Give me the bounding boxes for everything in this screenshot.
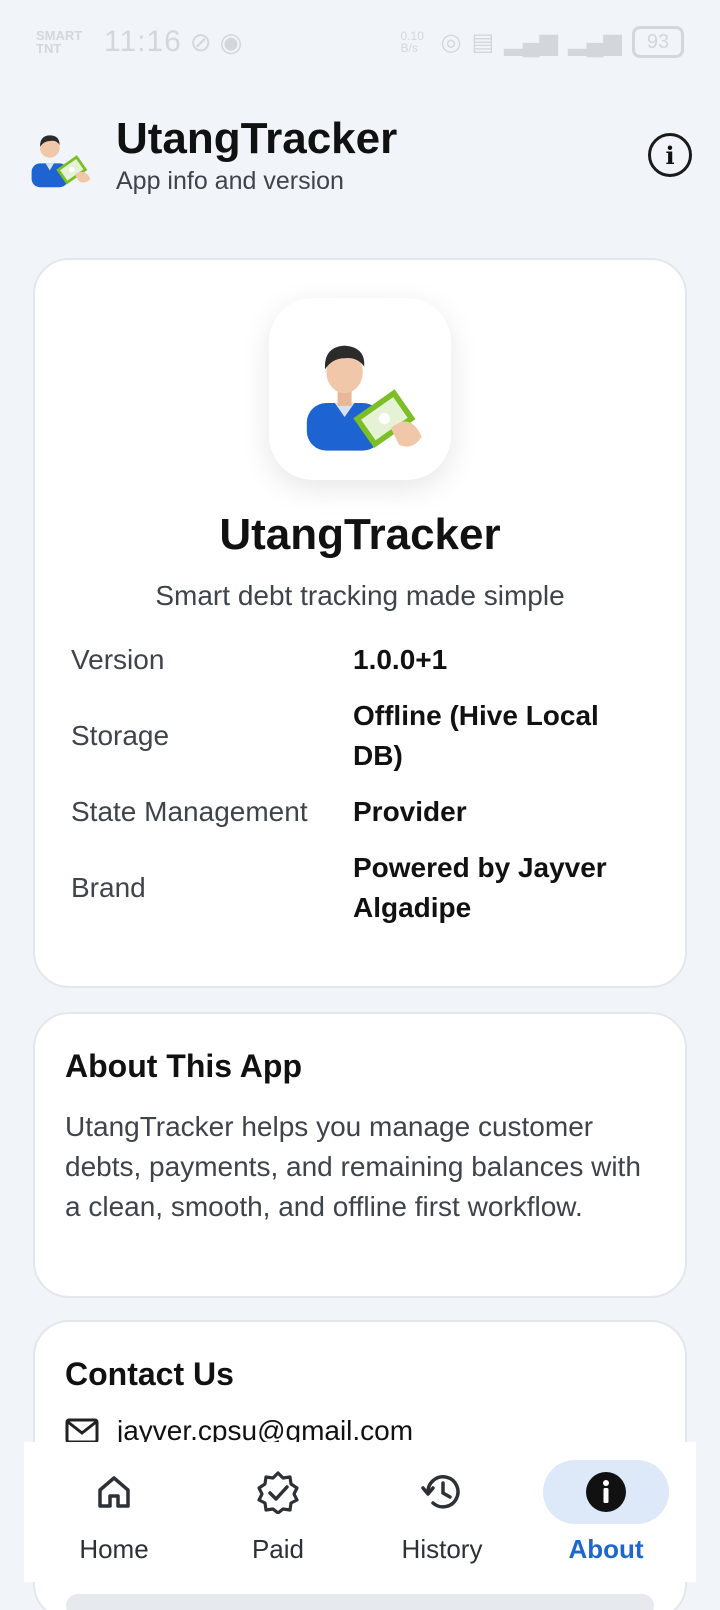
history-icon [421,1474,460,1508]
carrier-label: SMART TNT [36,28,83,56]
info-key: Storage [71,720,170,751]
info-row-brand: Brand Powered by Jayver Algadipe [71,848,651,928]
gesture-bar [66,1594,654,1610]
network-speed: 0.10 B/s [400,29,424,55]
nav-pill [379,1460,505,1524]
about-body: UtangTracker helps you manage customer d… [65,1111,641,1222]
info-row-version: Version 1.0.0+1 [71,640,651,680]
info-value: Powered by Jayver Algadipe [353,852,607,923]
info-key: Version [71,644,165,675]
do-not-disturb-icon: ⊘ [189,26,212,57]
nav-item-home[interactable]: Home [39,1460,189,1565]
app-name: UtangTracker [219,510,501,559]
app-logo-large-icon [306,345,422,451]
page-title: UtangTracker [116,114,398,163]
contact-title: Contact Us [65,1356,234,1392]
about-card: About This App UtangTracker helps you ma… [33,1012,687,1298]
signal-icon-2: ▂▄▆ [568,28,622,56]
info-key: State Management [71,796,308,827]
app-bar: UtangTracker App info and version i [0,100,720,210]
info-icon: i [665,140,675,170]
app-logo-icon [31,135,91,188]
app-tagline: Smart debt tracking made simple [155,580,565,611]
status-bar-right: 0.10 B/s ◎ ▤ ▂▄▆ ▂▄▆ 93 [401,26,684,58]
info-button[interactable]: i [648,133,692,177]
app-logo-tile [269,298,451,480]
nav-item-history[interactable]: History [367,1460,517,1565]
home-icon [98,1475,130,1508]
info-row-state-management: State Management Provider [71,792,651,832]
volte-icon: ▤ [471,28,495,56]
info-value: Offline (Hive Local DB) [353,700,599,771]
signal-icon-1: ▂▄▆ [504,28,559,56]
battery-indicator: 93 [632,26,684,58]
nav-label: Paid [251,1533,305,1564]
nav-item-about[interactable]: About [531,1459,681,1565]
app-info-card: UtangTracker Smart debt tracking made si… [33,258,687,988]
status-bar-left: SMART TNT 11:16 ⊘ ◉ [36,25,242,59]
info-icon [586,1471,626,1512]
info-value: 1.0.0+1 [353,644,448,675]
info-key: Brand [71,872,146,903]
clock: 11:16 [104,25,182,58]
nav-label: About [568,1533,644,1564]
verified-badge-icon [257,1470,299,1514]
mail-icon [65,1418,99,1444]
nav-pill [51,1460,177,1524]
status-bar: SMART TNT 11:16 ⊘ ◉ 0.10 B/s ◎ ▤ ▂▄▆ ▂▄▆… [0,0,720,84]
hotspot-icon: ◎ [440,28,462,56]
app-info-table: Version 1.0.0+1 Storage Offline (Hive Lo… [71,640,651,944]
bottom-navigation: Home Paid History About [24,1442,696,1582]
nav-pill [215,1460,341,1524]
info-value: Provider [353,796,467,827]
messenger-icon: ◉ [219,26,243,57]
nav-label: Home [79,1533,149,1564]
info-row-storage: Storage Offline (Hive Local DB) [71,696,651,776]
header-titles: UtangTracker App info and version [116,113,648,197]
nav-pill-active [543,1459,669,1524]
nav-item-paid[interactable]: Paid [203,1460,353,1565]
nav-label: History [401,1533,483,1564]
about-title: About This App [65,1048,302,1084]
page-subtitle: App info and version [116,167,344,195]
